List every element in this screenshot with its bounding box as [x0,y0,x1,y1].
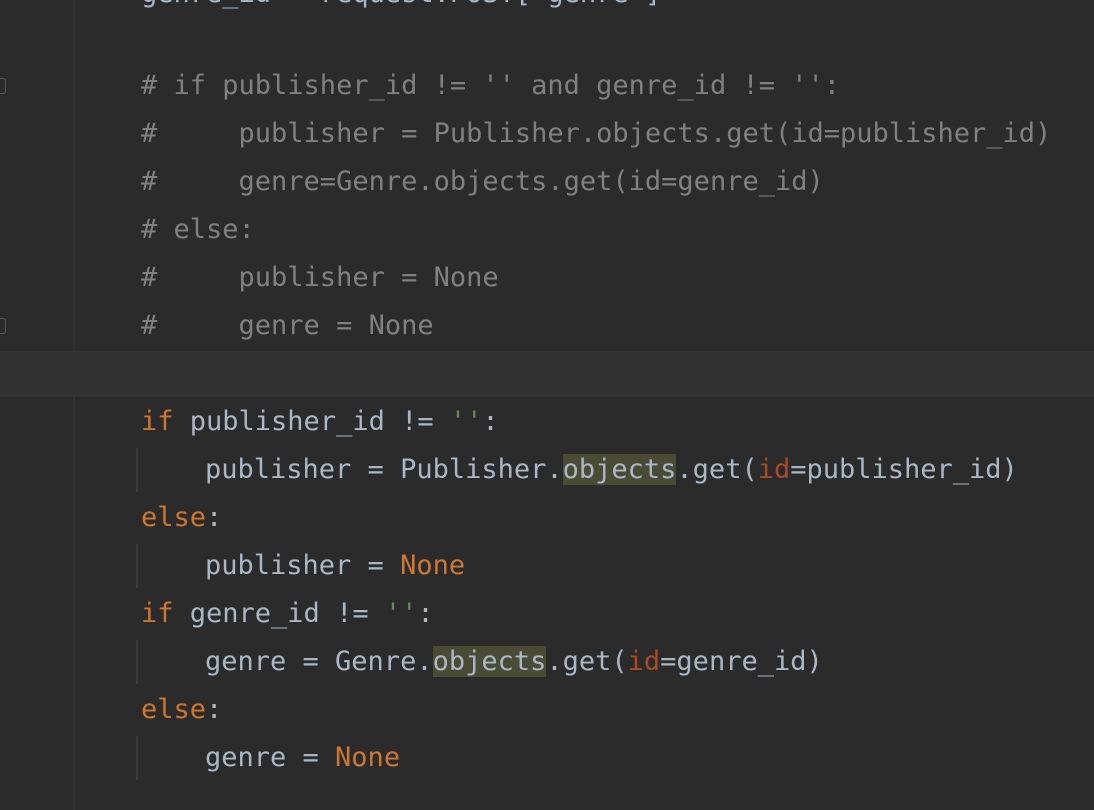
keyword: else [141,502,207,533]
comment-line: # publisher = Publisher.objects.get(id=p… [141,118,1052,149]
comment-line: # if publisher_id != '' and genre_id != … [141,70,840,101]
method-call: .get( [546,646,628,677]
code-line-assign-genre: genre = Genre.objects.get(id=genre_id) [205,638,823,686]
method-call: .get( [676,454,758,485]
indent-guide [136,736,138,780]
keyword: if [141,406,174,437]
editor-gutter[interactable] [0,0,75,810]
condition: publisher_id != [173,406,450,437]
call-args: =genre_id) [660,646,823,677]
comment-line: # genre = None [141,310,434,341]
code-line-assign-publisher: publisher = Publisher.objects.get(id=pub… [205,446,1018,494]
assign-target: publisher = [205,550,401,581]
keyword: else [141,694,207,725]
keyword: if [141,598,174,629]
condition: genre_id != [173,598,385,629]
assign-target: genre = Genre. [205,646,433,677]
indent-guide [136,448,138,492]
colon: : [206,502,223,533]
indent-guide [136,544,138,588]
colon: : [206,694,223,725]
indent-guide [136,640,138,684]
code-line-publisher-none: publisher = None [205,542,465,590]
code-line-else: else: [141,686,222,734]
code-line-genre-none: genre = None [205,734,400,782]
keyword: None [400,550,466,581]
colon: : [417,598,434,629]
named-param: id [627,646,661,677]
current-line-highlight [0,351,1094,397]
comment-line: # genre=Genre.objects.get(id=genre_id) [141,166,824,197]
keyword: None [335,742,401,773]
assign-target: genre = [205,742,336,773]
assign-target: publisher = Publisher. [205,454,563,485]
string-literal: '' [449,406,483,437]
code-line-else: else: [141,494,222,542]
colon: : [482,406,499,437]
code-line-partial: genre_id = request.POST['genre'] [141,0,661,18]
fold-end-icon[interactable] [0,318,6,334]
named-param: id [757,454,791,485]
fold-start-icon[interactable] [0,78,6,94]
usage-highlight: objects [562,454,677,485]
code-line-if-genre: if genre_id != '': [141,590,434,638]
string-literal: '' [384,598,418,629]
usage-highlight: objects [432,646,547,677]
code-line-if-publisher: if publisher_id != '': [141,398,499,446]
call-args: =publisher_id) [790,454,1018,485]
comment-line: # publisher = None [141,262,499,293]
comment-line: # else: [141,214,255,245]
